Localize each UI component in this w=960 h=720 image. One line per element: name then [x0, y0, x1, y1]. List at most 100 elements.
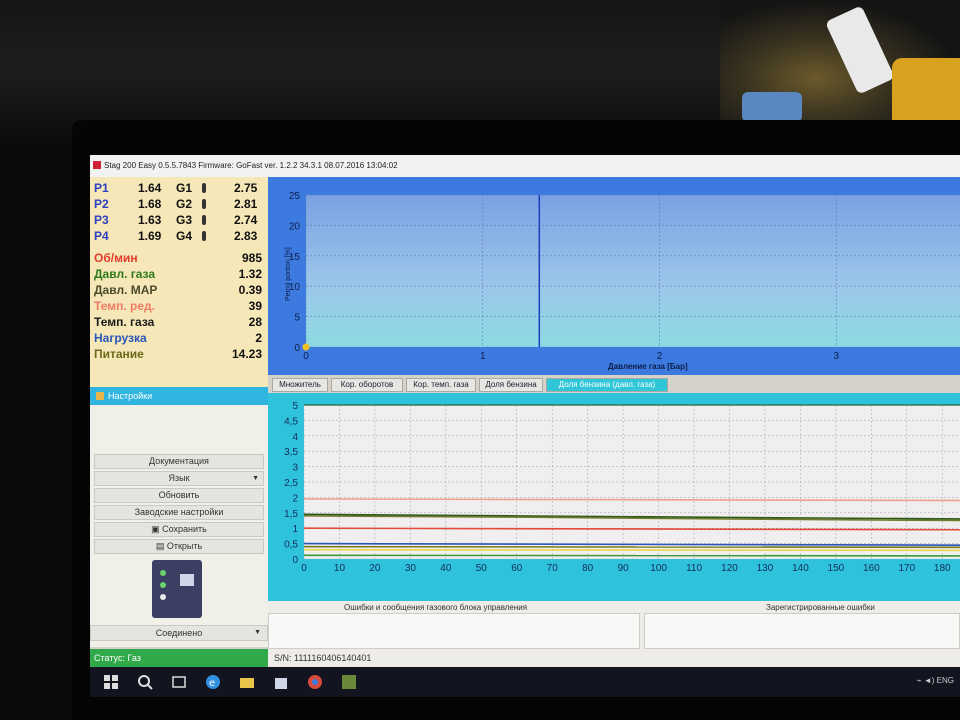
y-tick-label: 1	[292, 524, 298, 535]
signal-history-chart: 0 0,5 1 1,5 2 2,5 3 3,5 4 4,5 5 0 10 20 30 40 50 60 70 80 90…	[268, 393, 960, 601]
injector-g-label: G2	[176, 197, 193, 211]
data-point	[302, 343, 310, 351]
edge-browser-icon[interactable]: e	[204, 673, 222, 691]
registered-errors-list[interactable]	[644, 613, 960, 649]
y-tick-label: 2	[292, 493, 298, 504]
search-icon[interactable]	[136, 673, 154, 691]
y-axis-label: Petrol portion [%]	[285, 247, 292, 301]
save-icon: ▣	[151, 524, 163, 534]
registered-errors-title: Зарегистрированные ошибки	[766, 603, 875, 612]
language-dropdown[interactable]: Язык ▼	[94, 471, 264, 486]
y-tick-label: 1,5	[284, 509, 298, 520]
tab-petrol-portion-gas-pressure[interactable]: Доля бензина (давл. газа)	[546, 378, 668, 392]
update-label: Обновить	[158, 490, 200, 500]
sensor-value: 28	[248, 315, 262, 329]
sensor-value: 2	[255, 331, 262, 345]
x-tick-label: 70	[547, 563, 559, 574]
x-tick-label: 160	[863, 563, 880, 574]
save-button[interactable]: ▣ Сохранить	[94, 522, 264, 537]
injector-p-value: 1.69	[138, 229, 162, 243]
sensor-panel: P1 1.64 G1 2.75 P2 1.68 G2 2.81 P3 1.63 …	[90, 177, 268, 387]
system-tray: ⌁ ◄) ENG	[917, 676, 954, 685]
factory-settings-label: Заводские настройки	[134, 507, 224, 517]
factory-settings-button[interactable]: Заводские настройки	[94, 505, 264, 520]
y-tick-label: 5	[294, 313, 300, 324]
sensor-label: Темп. ред.	[94, 299, 155, 313]
injector-p-value: 1.68	[138, 197, 162, 211]
connection-dropdown[interactable]: Соединено ▼	[90, 625, 268, 641]
petrol-portion-chart: 0 5 10 15 20 25 0 1 2 3 Petrol portion [%] Давлени…	[268, 177, 960, 375]
sensor-label: Давл. газа	[94, 267, 156, 281]
sensor-value: 39	[248, 299, 262, 313]
folder-open-icon: ▤	[155, 541, 167, 551]
y-tick-label: 0,5	[284, 540, 298, 551]
x-tick-label: 0	[303, 351, 309, 362]
x-tick-label: 120	[721, 563, 738, 574]
sensor-label: Об/мин	[94, 251, 138, 265]
tab-label: Доля бензина (давл. газа)	[558, 380, 656, 389]
sensor-label: Питание	[94, 347, 144, 361]
injector-icon	[202, 183, 206, 193]
sensor-label: Давл. MAP	[94, 283, 158, 297]
settings-header[interactable]: Настройки	[90, 387, 268, 405]
stag-app-icon[interactable]	[340, 673, 358, 691]
tab-rpm-correction[interactable]: Кор. оборотов	[331, 378, 403, 392]
x-tick-label: 50	[476, 563, 488, 574]
series-line	[303, 548, 960, 552]
x-tick-label: 10	[334, 563, 346, 574]
file-explorer-icon[interactable]	[238, 673, 256, 691]
open-button[interactable]: ▤ Открыть	[94, 539, 264, 554]
app-icon	[93, 161, 101, 169]
injector-g-value: 2.74	[234, 213, 258, 227]
window-titlebar: Stag 200 Easy 0.5.5.7843 Firmware: GoFas…	[90, 155, 960, 177]
injector-p-label: P4	[94, 229, 109, 243]
windows-start-icon[interactable]	[102, 673, 120, 691]
y-tick-label: 0	[292, 555, 298, 566]
chrome-icon[interactable]	[306, 673, 324, 691]
chevron-down-icon: ▼	[254, 629, 261, 636]
volume-icon[interactable]: ◄)	[924, 676, 937, 685]
app-screen: Stag 200 Easy 0.5.5.7843 Firmware: GoFas…	[90, 155, 960, 697]
x-tick-label: 30	[405, 563, 417, 574]
injector-icon	[202, 231, 206, 241]
errors-list[interactable]	[268, 613, 640, 649]
chevron-down-icon: ▼	[252, 475, 259, 482]
x-tick-label: 180	[934, 563, 951, 574]
window-title: Stag 200 Easy 0.5.5.7843 Firmware: GoFas…	[104, 161, 398, 170]
x-tick-label: 140	[792, 563, 809, 574]
x-tick-label: 130	[757, 563, 774, 574]
y-tick-label: 0	[294, 343, 300, 354]
sensor-rpm: Об/мин 985	[94, 251, 264, 267]
status-bar-serial: S/N: 1111160406140401	[268, 649, 960, 667]
network-icon[interactable]: ⌁	[917, 676, 924, 685]
y-tick-label: 20	[289, 221, 301, 232]
series-line	[303, 545, 960, 549]
language-indicator[interactable]: ENG	[937, 676, 954, 685]
tab-gas-temp-correction[interactable]: Кор. темп. газа	[406, 378, 476, 392]
task-view-icon[interactable]	[170, 673, 188, 691]
x-tick-label: 100	[650, 563, 667, 574]
store-icon[interactable]	[272, 673, 290, 691]
series-line	[303, 498, 960, 502]
tab-label: Множитель	[279, 380, 321, 389]
open-label: Открыть	[166, 541, 203, 551]
connection-label: Соединено	[155, 628, 203, 638]
injector-g-value: 2.75	[234, 181, 258, 195]
x-tick-label: 150	[828, 563, 845, 574]
x-tick-label: 110	[686, 563, 702, 574]
tab-bar: Множитель Кор. оборотов Кор. темп. газа …	[268, 375, 960, 393]
status-bar-state: Статус: Газ	[90, 649, 268, 667]
y-tick-label: 25	[289, 191, 301, 202]
update-button[interactable]: Обновить	[94, 488, 264, 503]
tab-petrol-portion[interactable]: Доля бензина	[479, 378, 543, 392]
sensor-gas-pressure: Давл. газа 1.32	[94, 267, 264, 283]
tab-multiplier[interactable]: Множитель	[272, 378, 328, 392]
injector-g-value: 2.83	[234, 229, 258, 243]
documentation-button[interactable]: Документация	[94, 454, 264, 469]
sensor-reducer-temp: Темп. ред. 39	[94, 299, 264, 315]
x-tick-label: 80	[582, 563, 594, 574]
sensor-gas-temp: Темп. газа 28	[94, 315, 264, 331]
tab-label: Доля бензина	[485, 380, 537, 389]
messages-panel: Ошибки и сообщения газового блока управл…	[268, 601, 960, 651]
injector-g-value: 2.81	[234, 197, 258, 211]
